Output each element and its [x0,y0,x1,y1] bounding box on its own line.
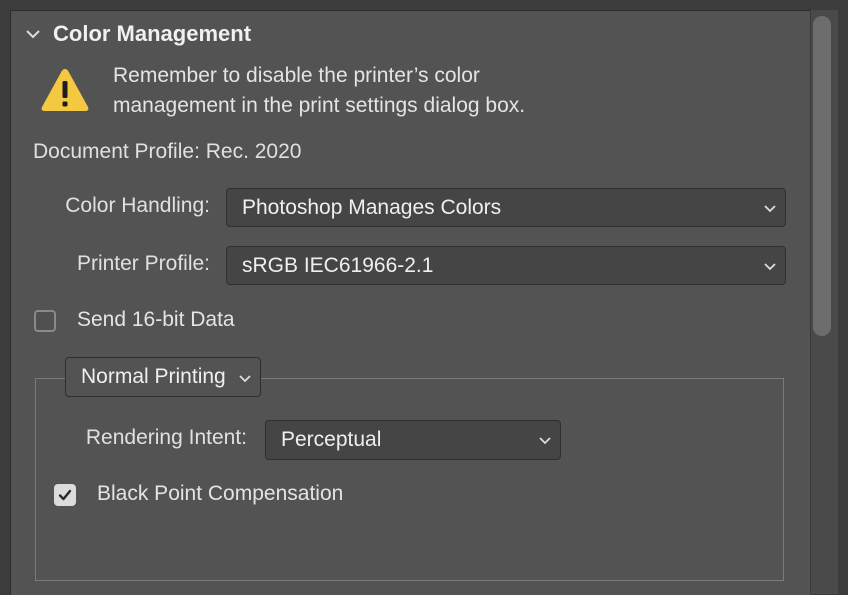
chevron-down-icon [539,437,551,445]
send-16bit-checkbox[interactable] [34,310,56,332]
rendering-intent-label: Rendering Intent: [85,426,247,449]
black-point-label[interactable]: Black Point Compensation [97,482,343,506]
chevron-down-icon [239,375,251,383]
chevron-down-icon[interactable] [24,25,42,43]
printer-profile-dropdown[interactable]: sRGB IEC61966-2.1 [226,246,786,285]
section-title: Color Management [53,21,252,46]
rendering-intent-value: Perceptual [281,428,382,451]
warning-message: Remember to disable the printer’s color … [113,61,713,121]
printing-mode-dropdown[interactable]: Normal Printing [65,357,261,397]
panel-edge [838,0,848,594]
send-16bit-label[interactable]: Send 16-bit Data [77,308,235,332]
color-handling-label: Color Handling: [65,194,210,217]
color-handling-value: Photoshop Manages Colors [242,195,502,219]
warning-line-1: Remember to disable the printer’s color [113,64,480,87]
rendering-intent-dropdown[interactable]: Perceptual [265,420,561,460]
warning-line-2: management in the print settings dialog … [113,94,526,117]
printer-profile-label: Printer Profile: [76,252,210,275]
printer-profile-value: sRGB IEC61966-2.1 [242,253,434,277]
color-management-header[interactable]: Color Management [24,20,251,48]
checkmark-icon [58,489,72,501]
color-handling-dropdown[interactable]: Photoshop Manages Colors [226,188,786,227]
warning-icon [41,69,89,111]
chevron-down-icon [764,263,776,271]
rendering-group-box [35,378,784,581]
black-point-checkbox[interactable] [54,484,76,506]
chevron-down-icon [764,205,776,213]
scrollbar-thumb[interactable] [813,16,831,336]
printing-mode-value: Normal Printing [81,365,226,388]
document-profile: Document Profile: Rec. 2020 [33,140,302,163]
